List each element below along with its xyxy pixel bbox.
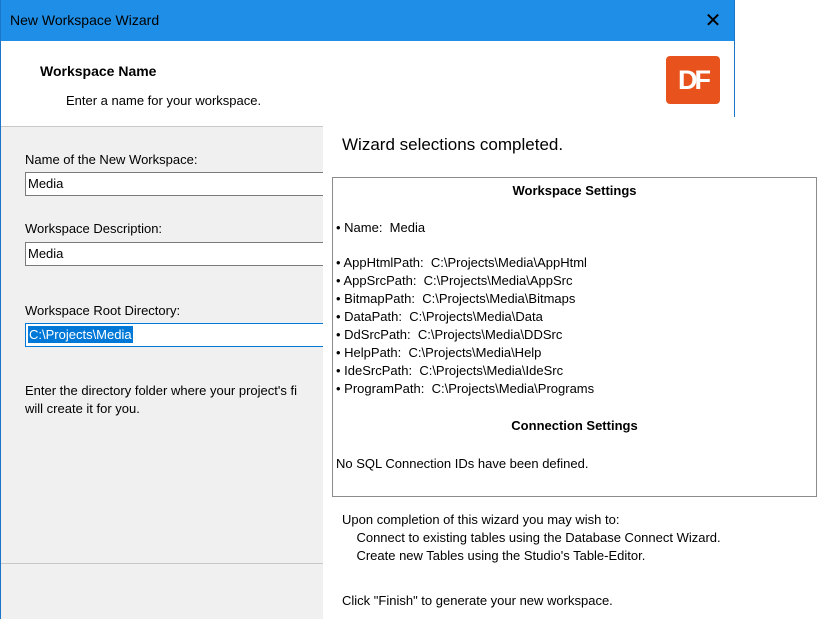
summary-panel: Wizard selections completed. Workspace S… [323,117,820,619]
list-item: • ProgramPath: C:\Projects\Media\Program… [336,381,595,396]
page-subtitle: Enter a name for your workspace. [66,93,262,108]
path-list: • AppHtmlPath: C:\Projects\Media\AppHtml… [336,254,594,398]
logo-text: DF [678,65,711,95]
title-bar[interactable]: New Workspace Wizard ✕ [1,0,734,41]
close-button[interactable]: ✕ [700,8,726,34]
workspace-settings-title: Workspace Settings [512,183,637,198]
connection-settings-title: Connection Settings [511,418,638,433]
workspace-description-value: Media [28,246,64,261]
name-label: Name of the New Workspace: [25,152,198,167]
workspace-name-input[interactable]: Media [25,172,335,196]
connection-status-text: No SQL Connection IDs have been defined. [336,456,589,471]
root-directory-value: C:\Projects\Media [28,326,133,343]
finish-instruction: Click "Finish" to generate your new work… [342,593,613,608]
df-logo-icon: DF [666,56,720,104]
footer-divider [1,563,334,564]
list-item: • AppHtmlPath: C:\Projects\Media\AppHtml [336,255,587,270]
workspace-name-value: Media [28,176,64,191]
list-item: • BitmapPath: C:\Projects\Media\Bitmaps [336,291,576,306]
list-item: • DataPath: C:\Projects\Media\Data [336,309,543,324]
list-item: • DdSrcPath: C:\Projects\Media\DDSrc [336,327,563,342]
root-directory-label: Workspace Root Directory: [25,303,181,318]
workspace-name-line: • Name: Media [336,220,426,235]
page-title: Workspace Name [40,63,157,79]
settings-summary-box: Workspace Settings • Name: Media • AppHt… [332,177,817,497]
list-item: • AppSrcPath: C:\Projects\Media\AppSrc [336,273,573,288]
workspace-description-input[interactable]: Media [25,242,335,266]
root-directory-hint: Enter the directory folder where your pr… [25,383,297,416]
wizard-header: Workspace Name Enter a name for your wor… [1,41,734,127]
completion-item-connect: Connect to existing tables using the Dat… [342,530,721,545]
root-directory-input[interactable]: C:\Projects\Media [25,323,335,347]
summary-heading: Wizard selections completed. [342,135,564,154]
description-label: Workspace Description: [25,221,163,236]
window-title: New Workspace Wizard [10,12,160,28]
completion-intro: Upon completion of this wizard you may w… [342,512,620,527]
list-item: • IdeSrcPath: C:\Projects\Media\IdeSrc [336,363,564,378]
list-item: • HelpPath: C:\Projects\Media\Help [336,345,542,360]
completion-item-create-tables: Create new Tables using the Studio's Tab… [342,548,646,563]
